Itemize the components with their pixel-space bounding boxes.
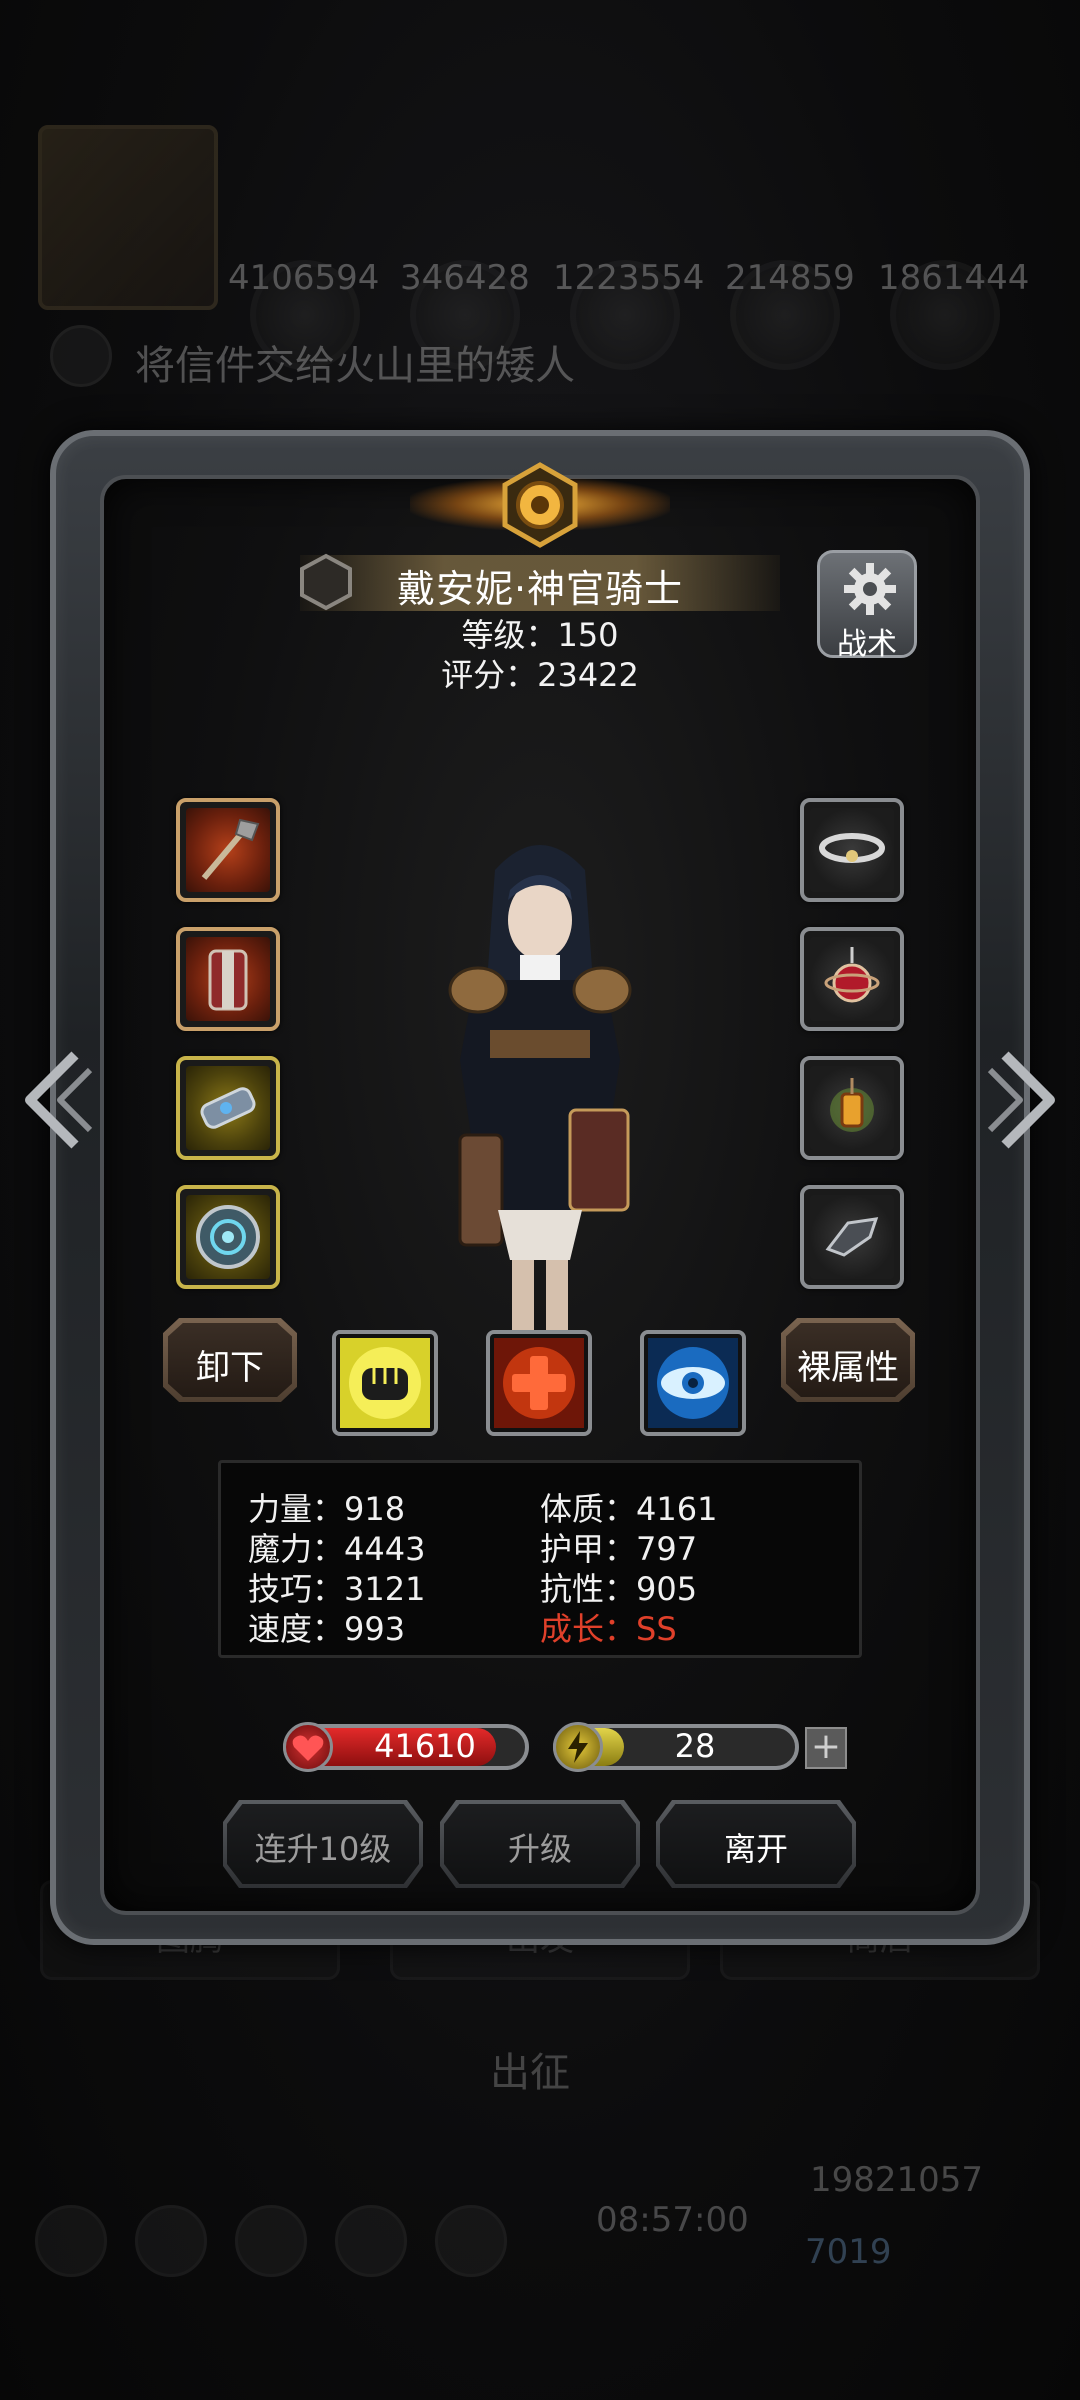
mace-icon — [201, 818, 260, 880]
background-clock: 08:57:00 — [596, 2200, 749, 2240]
tactics-label: 战术 — [837, 627, 897, 662]
hero-name: 戴安妮·神官骑士 — [396, 567, 684, 611]
background-resource-value: 4106594 — [228, 258, 380, 298]
background-quest: 将信件交给火山里的矮人 — [50, 325, 650, 389]
equipment-slot-halo[interactable] — [800, 798, 904, 902]
equipment-slot-weapon[interactable] — [176, 798, 280, 902]
unequip-label: 卸下 — [196, 1348, 264, 1388]
next-hero-arrow[interactable] — [985, 1045, 1065, 1155]
lightning-icon — [553, 1722, 603, 1772]
background-gems: 7019 — [805, 2232, 892, 2272]
background-resource-value: 1223554 — [553, 258, 705, 298]
halo-icon — [819, 833, 885, 863]
add-energy-button[interactable]: + — [805, 1727, 847, 1769]
background-nav-icon — [335, 2205, 407, 2277]
skill-slot-heal[interactable] — [486, 1330, 592, 1436]
background-resource-value: 1861444 — [878, 258, 1030, 298]
hp-value: 41610 — [374, 1727, 476, 1765]
heal-cross-skill-icon — [494, 1338, 584, 1428]
background-nav-icon — [35, 2205, 107, 2277]
background-resource-value: 214859 — [725, 258, 855, 298]
skill-slot-eye[interactable] — [640, 1330, 746, 1436]
eye-skill-icon — [648, 1338, 738, 1428]
background-nav-icon — [435, 2205, 507, 2277]
background-portrait — [38, 125, 218, 310]
base-attributes-button[interactable]: 裸属性 — [781, 1318, 915, 1402]
energy-value: 28 — [674, 1727, 716, 1765]
gauntlet-icon — [200, 1087, 256, 1129]
background-resource-value: 346428 — [400, 258, 530, 298]
equipment-slot-armor[interactable] — [176, 927, 280, 1031]
heart-icon — [283, 1722, 333, 1772]
tactics-button[interactable]: 战术 — [817, 550, 917, 662]
shield-icon — [196, 1205, 260, 1269]
leave-button[interactable]: 离开 — [656, 1800, 856, 1888]
level-up-10-label: 连升10级 — [254, 1830, 392, 1868]
base-attributes-label: 裸属性 — [797, 1348, 899, 1388]
fist-skill-icon — [340, 1338, 430, 1428]
previous-hero-arrow[interactable] — [15, 1045, 95, 1155]
stat-speed: 速度：993 — [248, 1610, 406, 1648]
level-up-10-button[interactable]: 连升10级 — [223, 1800, 423, 1888]
equipment-slot-gauntlet[interactable] — [176, 1056, 280, 1160]
boots-icon — [825, 1217, 879, 1257]
unequip-button[interactable]: 卸下 — [163, 1318, 297, 1402]
background-nav-icon — [135, 2205, 207, 2277]
background-gold: 19821057 — [810, 2160, 984, 2200]
equipment-slot-boots[interactable] — [800, 1185, 904, 1289]
level-up-button[interactable]: 升级 — [440, 1800, 640, 1888]
skill-slot-fist[interactable] — [332, 1330, 438, 1436]
hero-character-portrait — [448, 845, 632, 1380]
crest-icon — [502, 462, 578, 548]
background-nav-icon — [235, 2205, 307, 2277]
gear-icon — [844, 563, 896, 615]
equipment-slot-shield[interactable] — [176, 1185, 280, 1289]
level-up-label: 升级 — [507, 1830, 572, 1868]
quest-icon — [50, 325, 112, 387]
amulet-icon — [824, 947, 880, 1003]
equipment-slot-lantern[interactable] — [800, 1056, 904, 1160]
quest-text: 将信件交给火山里的矮人 — [135, 343, 575, 389]
lantern-icon — [830, 1078, 874, 1132]
background-resource-bar: 4106594 346428 1223554 214859 1861444 — [0, 120, 1080, 370]
hero-score: 评分：23422 — [441, 656, 639, 694]
stat-growth: 成长：SS — [540, 1610, 677, 1648]
armor-icon — [208, 949, 248, 1011]
equipment-slot-amulet[interactable] — [800, 927, 904, 1031]
background-expedition-label: 出征 — [490, 2050, 570, 2096]
leave-label: 离开 — [723, 1830, 788, 1868]
